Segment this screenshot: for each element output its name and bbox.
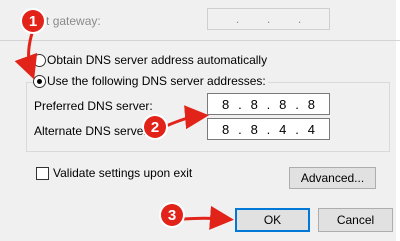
step-1-badge: 1 bbox=[22, 10, 44, 32]
step-3-badge: 3 bbox=[161, 204, 183, 226]
arrow-2 bbox=[165, 105, 209, 130]
step-2-badge: 2 bbox=[144, 116, 166, 138]
arrow-3 bbox=[182, 205, 234, 230]
arrow-1 bbox=[14, 29, 38, 80]
annotation-arrows bbox=[14, 29, 234, 230]
